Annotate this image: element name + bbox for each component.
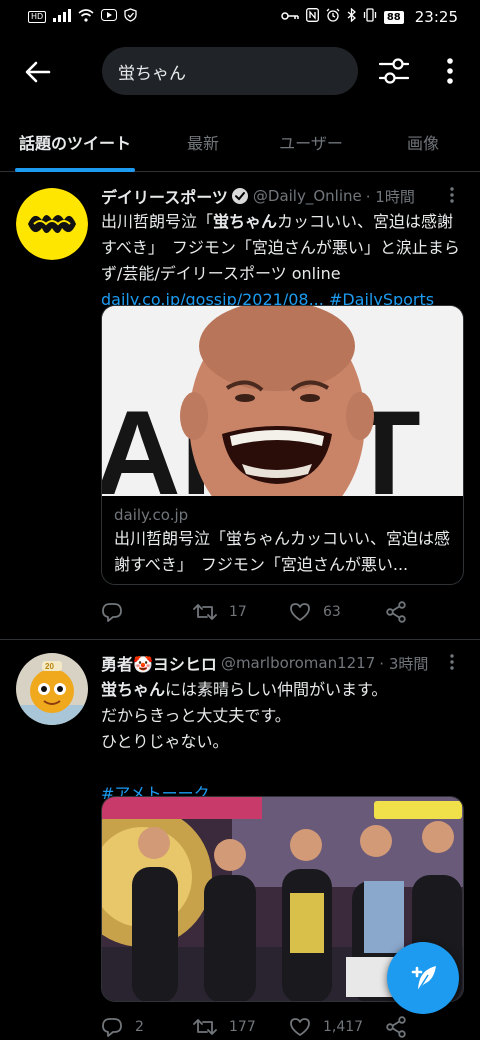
vibrate-icon xyxy=(363,8,377,26)
wifi-icon xyxy=(78,8,94,26)
tweet-text-part: 出川哲朗号泣「 xyxy=(101,212,214,231)
tab-photos[interactable]: 画像 xyxy=(366,112,480,172)
tab-label: 話題のツイート xyxy=(18,134,131,153)
search-input[interactable]: 蛍ちゃん xyxy=(102,47,358,95)
tweet-header: 勇者🤡ヨシヒロ @marlboroman1217 · 3時間 xyxy=(101,651,464,675)
share-button[interactable] xyxy=(385,1016,407,1038)
search-query: 蛍ちゃん xyxy=(118,63,186,84)
tweet-text-part: だからきっと大丈夫です。 xyxy=(101,706,291,725)
bluetooth-icon xyxy=(347,7,356,26)
key-icon xyxy=(281,9,299,25)
verified-badge-icon xyxy=(231,187,249,205)
svg-text:20: 20 xyxy=(45,662,54,671)
nfc-icon xyxy=(305,8,319,26)
alarm-icon xyxy=(326,8,340,26)
back-arrow-icon xyxy=(25,61,51,83)
status-bar: HD 88 23:25 xyxy=(0,0,480,34)
back-button[interactable] xyxy=(22,56,54,88)
retweet-count: 17 xyxy=(229,604,247,620)
hd-badge: HD xyxy=(28,11,47,23)
tweet-menu-button[interactable] xyxy=(444,184,460,206)
share-button[interactable] xyxy=(385,601,407,623)
link-card[interactable]: ANST daily.co.jp 出川哲朗号泣「蛍ちゃんカッコいい、宮迫は感謝す… xyxy=(101,305,464,585)
clock: 23:25 xyxy=(414,8,458,26)
reply-count: 2 xyxy=(135,1019,144,1035)
heart-icon xyxy=(290,1018,310,1036)
share-icon xyxy=(386,1016,406,1038)
reply-button[interactable]: 2 xyxy=(101,1016,193,1038)
reply-icon xyxy=(102,1018,122,1037)
avatar[interactable] xyxy=(16,188,88,260)
heart-icon xyxy=(290,603,310,621)
card-title: 出川哲朗号泣「蛍ちゃんカッコいい、宮迫は感謝すべき」 フジモン「宮迫さんが悪い.… xyxy=(114,529,451,574)
tweet-timestamp: · 1時間 xyxy=(365,187,415,206)
tweet[interactable]: デイリースポーツ @Daily_Online · 1時間 出川哲朗号泣「蛍ちゃん… xyxy=(0,172,480,640)
tab-latest[interactable]: 最新 xyxy=(150,112,256,172)
tab-label: 最新 xyxy=(186,134,219,153)
author-handle[interactable]: @Daily_Online xyxy=(253,187,362,205)
tab-people[interactable]: ユーザー xyxy=(256,112,366,172)
sliders-icon xyxy=(379,58,409,84)
compose-feather-icon xyxy=(411,966,436,992)
author-name[interactable]: 勇者🤡ヨシヒロ xyxy=(101,651,217,675)
tweet-text-part: には素晴らしい仲間がいます。 xyxy=(165,680,388,699)
reply-icon xyxy=(102,603,122,622)
tweet-menu-button[interactable] xyxy=(444,651,460,673)
tweet-text-part: ひとりじゃない。 xyxy=(101,732,229,751)
battery-indicator: 88 xyxy=(383,10,404,24)
like-button[interactable]: 63 xyxy=(289,602,385,622)
highlighted-term: 蛍ちゃん xyxy=(101,680,166,699)
tab-top[interactable]: 話題のツイート xyxy=(0,112,150,172)
tab-label: 画像 xyxy=(406,134,439,153)
retweet-button[interactable]: 17 xyxy=(193,601,289,623)
vertical-dots-icon xyxy=(447,58,453,84)
retweet-button[interactable]: 177 xyxy=(193,1016,289,1038)
tab-label: ユーザー xyxy=(279,134,343,153)
search-header: 蛍ちゃん xyxy=(0,38,480,104)
daily-sports-logo xyxy=(16,188,88,260)
like-button[interactable]: 1,417 xyxy=(289,1017,385,1037)
like-count: 1,417 xyxy=(323,1019,364,1035)
vertical-dots-icon xyxy=(450,654,454,670)
tweet-header: デイリースポーツ @Daily_Online · 1時間 xyxy=(101,184,464,208)
like-count: 63 xyxy=(323,604,341,620)
compose-tweet-button[interactable] xyxy=(387,942,459,1014)
character-avatar-image: 20 xyxy=(16,653,88,725)
card-image: ANST xyxy=(102,306,463,496)
tweet-text: 蛍ちゃんには素晴らしい仲間がいます。 だからきっと大丈夫です。 ひとりじゃない。… xyxy=(101,677,464,807)
author-handle[interactable]: @marlboroman1217 xyxy=(221,654,375,672)
search-tabs: 話題のツイート 最新 ユーザー 画像 xyxy=(0,112,480,172)
more-options-button[interactable] xyxy=(438,55,462,87)
tweet-actions: 17 63 xyxy=(101,597,431,627)
youtube-icon xyxy=(101,9,118,25)
reply-button[interactable] xyxy=(101,601,193,623)
share-icon xyxy=(386,601,406,623)
retweet-count: 177 xyxy=(229,1019,256,1035)
avatar[interactable]: 20 xyxy=(16,653,88,725)
highlighted-term: 蛍ちゃん xyxy=(213,212,278,231)
tweet-actions: 2 177 1,417 xyxy=(101,1012,431,1040)
signal-icon xyxy=(53,8,72,26)
shield-icon xyxy=(124,8,137,26)
retweet-icon xyxy=(193,1019,217,1035)
retweet-icon xyxy=(193,604,217,620)
author-name[interactable]: デイリースポーツ xyxy=(101,184,228,208)
card-domain: daily.co.jp xyxy=(114,506,189,524)
tweet-timestamp: · 3時間 xyxy=(379,654,429,673)
search-filter-button[interactable] xyxy=(376,55,412,87)
vertical-dots-icon xyxy=(450,187,454,203)
tweet-text: 出川哲朗号泣「蛍ちゃんカッコいい、宮迫は感謝すべき」 フジモン「宮迫さんが悪い」… xyxy=(101,209,464,313)
